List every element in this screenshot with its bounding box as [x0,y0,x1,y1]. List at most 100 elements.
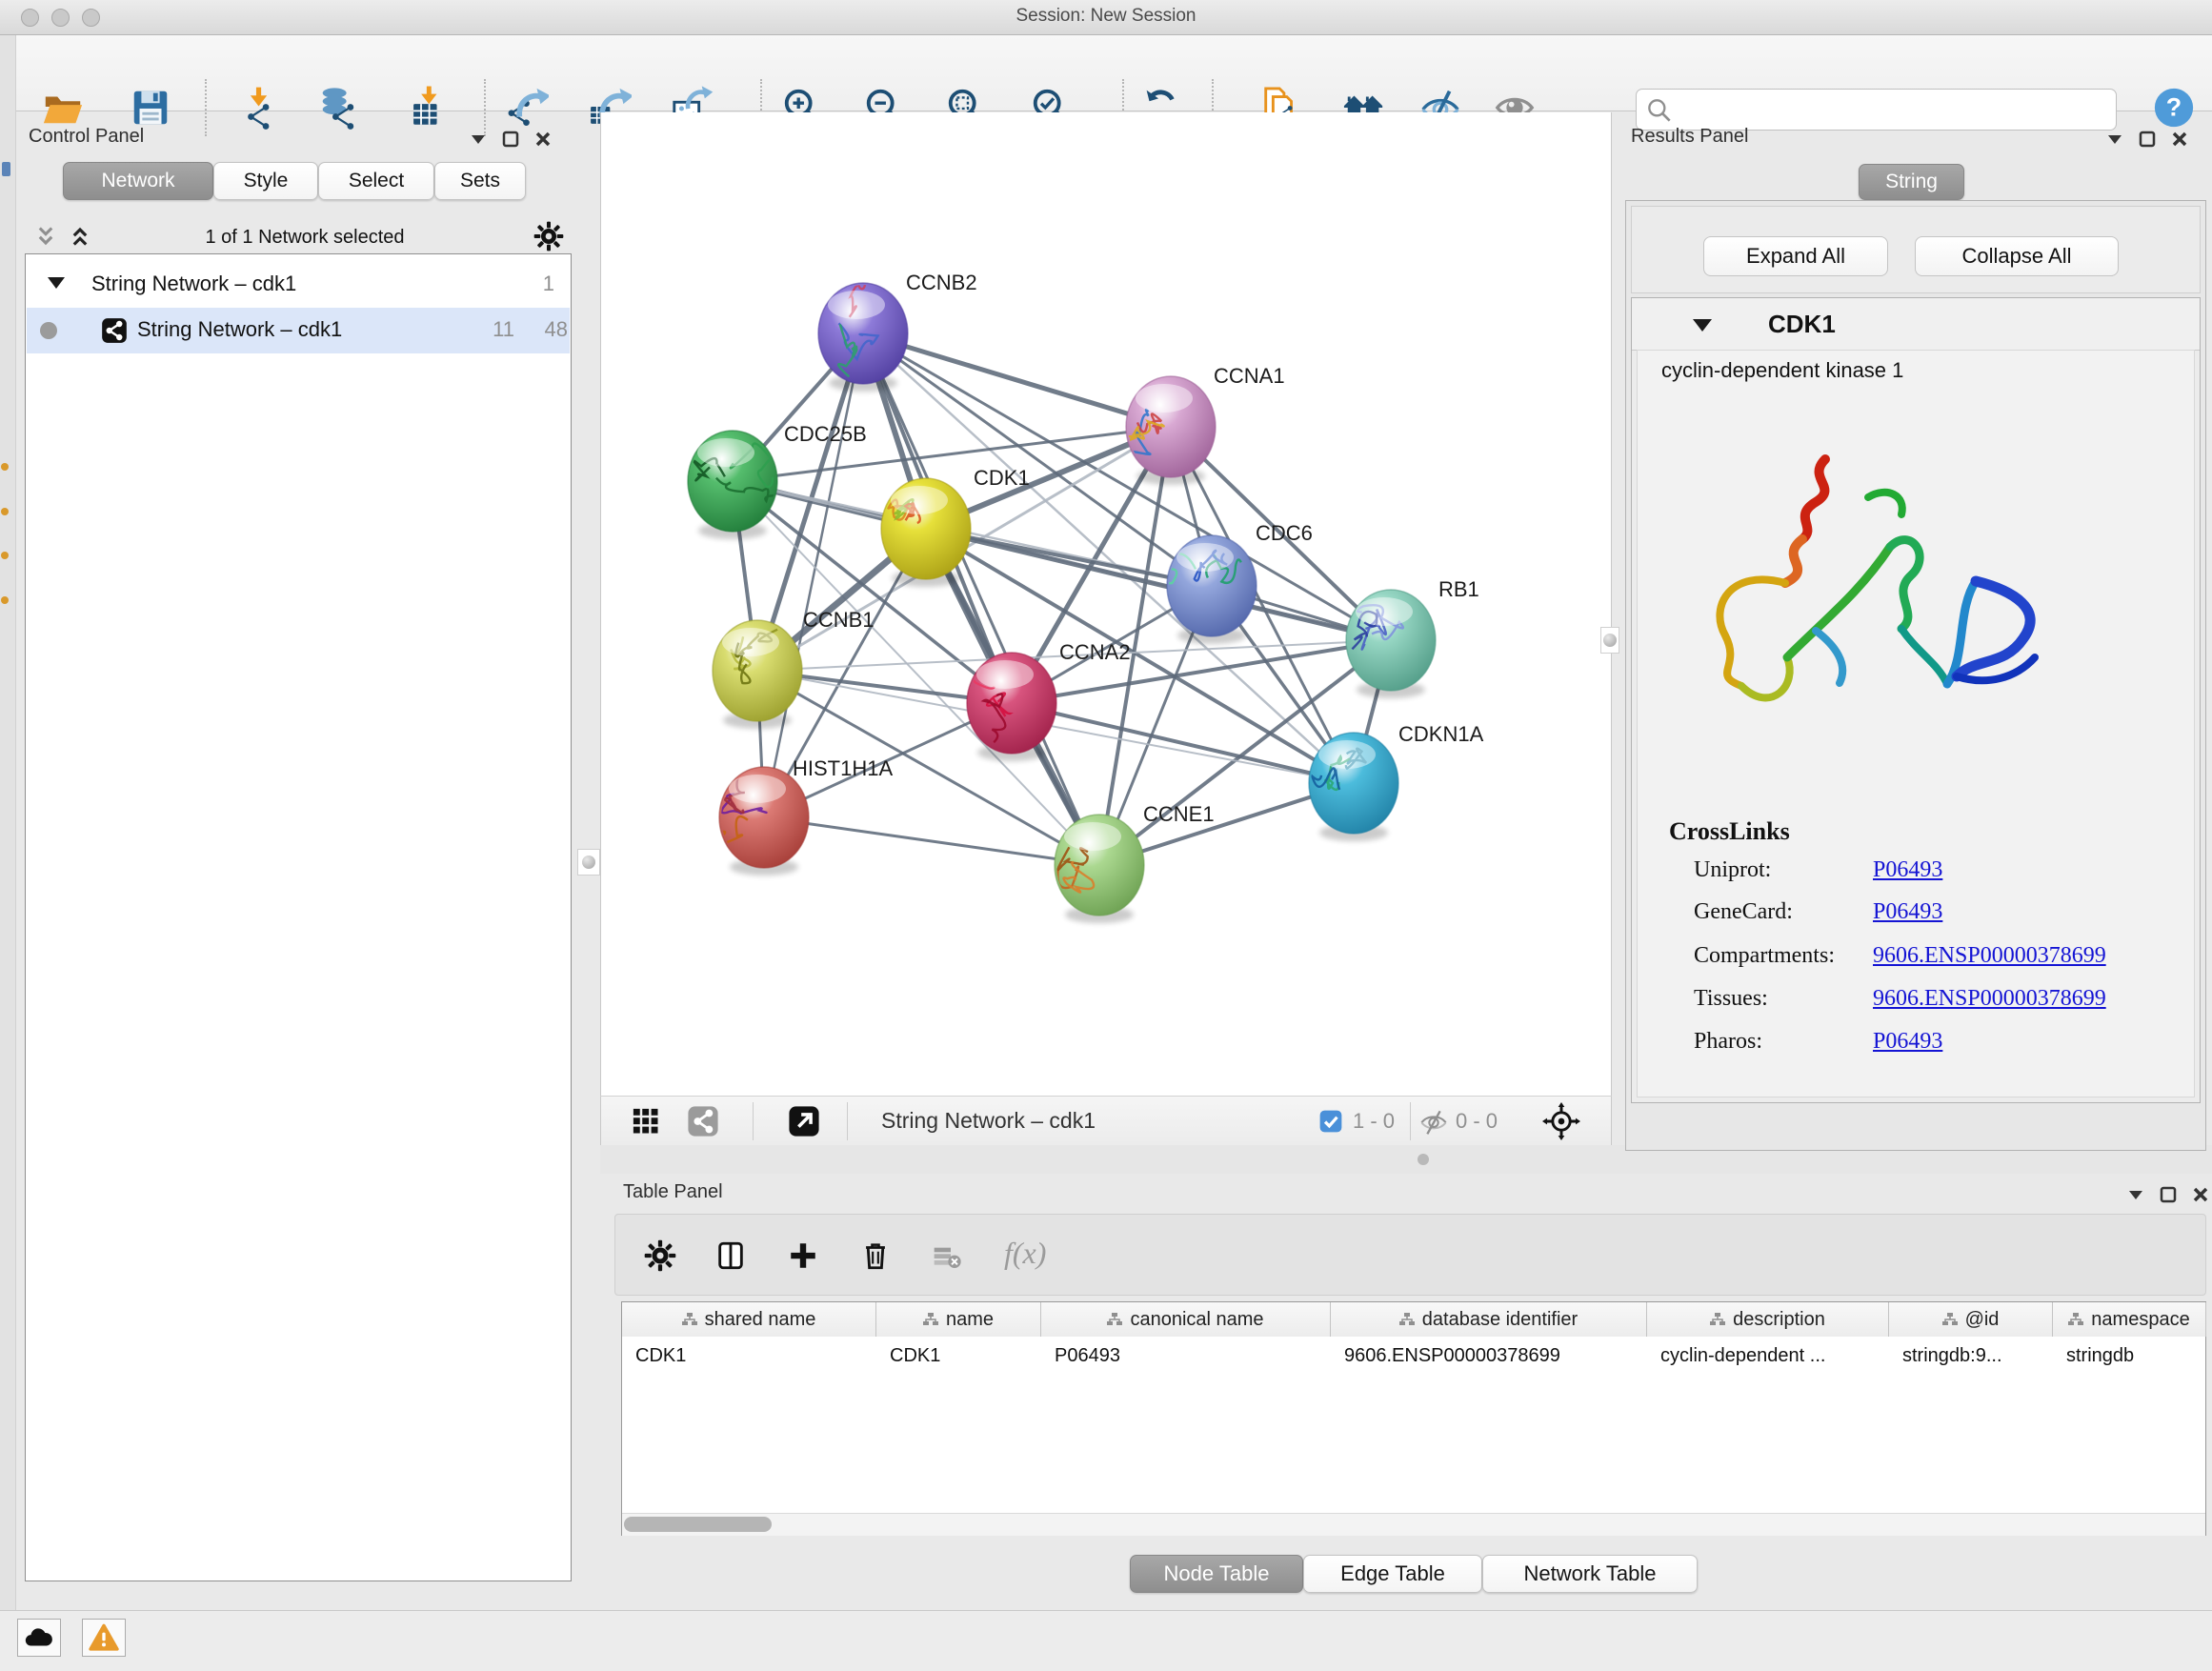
column-header-database-identifier[interactable]: database identifier [1331,1302,1647,1337]
selected-checkbox-icon[interactable] [1318,1109,1343,1134]
cloud-button[interactable] [17,1619,61,1657]
tab-edge-table[interactable]: Edge Table [1303,1555,1482,1593]
collapse-all-icon[interactable] [32,223,59,250]
column-header-@id[interactable]: @id [1889,1302,2053,1337]
table-settings-gear-icon[interactable] [644,1239,676,1272]
table-cell[interactable]: CDK1 [876,1337,1041,1375]
toolbar-separator [205,79,207,136]
control-panel-collapse-arrow-icon[interactable] [469,130,488,153]
birdseye-navigator-icon[interactable] [1542,1102,1580,1140]
expand-all-button[interactable]: Expand All [1703,236,1888,276]
node-label-HIST1H1A: HIST1H1A [793,756,893,780]
import-table-icon[interactable] [405,86,449,130]
network-edge-CCNB2-CCNE1[interactable] [863,333,1099,865]
gene-collapse-arrow-icon[interactable] [1693,319,1712,332]
string-logo-icon[interactable] [687,1105,719,1137]
gene-section-header[interactable]: CDK1 [1632,298,2200,351]
network-node-CDC25B[interactable] [688,431,783,539]
help-icon[interactable]: ? [2152,86,2196,130]
network-canvas[interactable]: CCNB2CCNA1CDC25BCDK1CDC6RB1CCNB1CCNA2CDK… [600,112,1612,1096]
protein-structure-image [1673,440,2054,774]
column-header-description[interactable]: description [1647,1302,1889,1337]
warning-button[interactable] [82,1619,126,1657]
network-collection-row[interactable]: String Network – cdk1 1 [27,262,570,308]
dock-dot-icon [1,508,9,515]
table-cell[interactable]: CDK1 [622,1337,876,1375]
column-header-namespace[interactable]: namespace [2053,1302,2206,1337]
table-panel-close-panel-icon[interactable] [2191,1185,2210,1209]
save-session-icon[interactable] [129,86,172,130]
function-builder-icon: f(x) [1004,1236,1046,1271]
tab-select[interactable]: Select [318,162,434,200]
network-node-HIST1H1A[interactable] [714,767,809,876]
tab-network-table[interactable]: Network Table [1482,1555,1698,1593]
network-node-CDKN1A[interactable] [1309,733,1398,841]
import-network-database-icon[interactable] [316,86,360,130]
crosslink-link-uniprot[interactable]: P06493 [1873,857,1942,883]
control-panel-close-panel-icon[interactable] [533,130,553,153]
table-cell[interactable]: P06493 [1041,1337,1331,1375]
dock-dot-icon [1,596,9,604]
results-panel-float-window-icon[interactable] [2138,130,2157,153]
panel-divider-grip[interactable] [577,849,600,876]
network-node-CCNA1[interactable] [1115,376,1216,485]
create-column-icon[interactable] [787,1239,819,1272]
scrollbar-thumb[interactable] [624,1517,772,1532]
hidden-eye-slash-icon [1418,1106,1449,1137]
crosslink-link-compartments[interactable]: 9606.ENSP00000378699 [1873,943,2106,969]
network-node-CCNB1[interactable] [713,620,802,729]
network-node-RB1[interactable] [1346,590,1436,698]
table-cell[interactable]: cyclin-dependent ... [1647,1337,1889,1375]
node-label-CCNE1: CCNE1 [1143,802,1215,826]
collapse-all-button[interactable]: Collapse All [1915,236,2119,276]
network-options-gear-icon[interactable] [533,221,564,252]
control-panel-float-window-icon[interactable] [501,130,520,153]
column-header-canonical-name[interactable]: canonical name [1041,1302,1331,1337]
tab-style[interactable]: Style [213,162,318,200]
network-edge-HIST1H1A-CCNE1[interactable] [764,817,1099,865]
collection-collapse-arrow-icon[interactable] [48,277,65,289]
column-header-name[interactable]: name [876,1302,1041,1337]
crosslink-link-pharos[interactable]: P06493 [1873,1029,1942,1055]
column-visibility-icon[interactable] [714,1239,747,1272]
network-edge-CCNB2-HIST1H1A[interactable] [764,333,863,817]
delete-column-icon[interactable] [859,1239,892,1272]
table-cell[interactable]: stringdb:9... [1889,1337,2053,1375]
selected-node-edge-counts: 1 - 0 [1353,1109,1395,1134]
crosslink-link-genecard[interactable]: P06493 [1873,899,1942,925]
tab-string[interactable]: String [1859,164,1964,200]
node-label-CDC25B: CDC25B [784,422,867,446]
network-edge-CDK1-RB1[interactable] [926,529,1391,640]
tab-network[interactable]: Network [63,162,213,200]
status-bar: Memory [0,1610,2212,1671]
node-label-CDC6: CDC6 [1256,521,1313,545]
search-input[interactable] [1680,93,2103,126]
node-table[interactable]: shared namenamecanonical namedatabase id… [621,1301,2206,1536]
divider-grip-dot[interactable] [1418,1154,1429,1165]
panel-divider-grip[interactable] [1600,627,1619,654]
table-horizontal-scrollbar[interactable] [622,1513,2205,1536]
table-cell[interactable]: stringdb [2053,1337,2206,1375]
grid-view-icon[interactable] [632,1107,660,1136]
results-panel-collapse-arrow-icon[interactable] [2105,130,2124,153]
network-selection-status: 1 of 1 Network selected [114,227,495,249]
node-label-CDKN1A: CDKN1A [1398,722,1484,746]
open-file-icon[interactable] [41,86,85,130]
tab-sets[interactable]: Sets [434,162,526,200]
network-edge-CCNA2-CDKN1A[interactable] [1012,703,1354,783]
detach-view-icon[interactable] [788,1105,820,1137]
table-cell[interactable]: 9606.ENSP00000378699 [1331,1337,1647,1375]
import-network-file-icon[interactable] [235,86,279,130]
network-row[interactable]: String Network – cdk1 11 48 [27,308,570,353]
table-panel-float-window-icon[interactable] [2159,1185,2178,1209]
tab-node-table[interactable]: Node Table [1130,1555,1303,1593]
network-node-CCNE1[interactable] [1038,815,1144,923]
export-network-icon[interactable] [505,86,549,130]
expand-all-icon[interactable] [67,223,93,250]
column-header-shared-name[interactable]: shared name [622,1302,876,1337]
network-label: String Network – cdk1 [137,317,342,342]
network-edge-CCNB2-CCNA1[interactable] [863,333,1171,427]
crosslink-link-tissues[interactable]: 9606.ENSP00000378699 [1873,986,2106,1012]
results-panel-close-panel-icon[interactable] [2170,130,2189,153]
table-panel-collapse-arrow-icon[interactable] [2126,1185,2145,1209]
